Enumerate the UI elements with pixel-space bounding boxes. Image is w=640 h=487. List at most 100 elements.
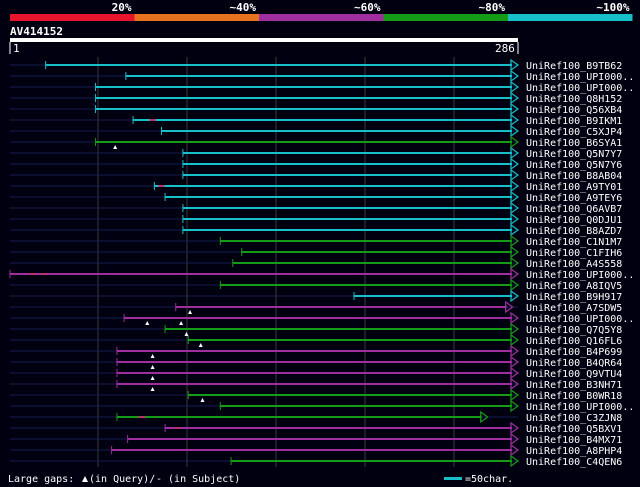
hit-name[interactable]: UniRef100_Q5BXV1 — [526, 424, 622, 435]
scale-label-4: ~80% — [479, 1, 506, 14]
hit-row[interactable]: UniRef100_A7SDW5 — [10, 300, 622, 314]
scale-segment-2 — [134, 14, 259, 21]
hit-name[interactable]: UniRef100_A4S558 — [526, 259, 622, 270]
hit-row[interactable]: UniRef100_A8PHP4 — [10, 443, 622, 457]
query-gap-marker-icon — [184, 332, 189, 336]
hit-row[interactable]: UniRef100_B8AZD7 — [10, 223, 622, 237]
scale-label-1: 20% — [112, 1, 132, 14]
query-id: AV414152 — [10, 25, 63, 38]
hit-name[interactable]: UniRef100_C3ZJN8 — [526, 413, 622, 424]
hit-name[interactable]: UniRef100_Q56XB4 — [526, 105, 622, 116]
hit-name[interactable]: UniRef100_UPI000.. — [526, 270, 634, 281]
hit-row[interactable]: UniRef100_B9TB62 — [10, 58, 622, 72]
hit-name[interactable]: UniRef100_Q5N7Y7 — [526, 149, 622, 160]
hit-row[interactable]: UniRef100_C1N1M7 — [10, 234, 622, 248]
hit-row[interactable]: UniRef100_Q16FL6 — [10, 333, 622, 347]
hit-row[interactable]: UniRef100_Q5BXV1 — [10, 421, 622, 435]
hit-name[interactable]: UniRef100_B8AB04 — [526, 171, 622, 182]
hit-name[interactable]: UniRef100_A7SDW5 — [526, 303, 622, 314]
legend-gaps-label: Large gaps: — [8, 474, 74, 485]
legend-subject-label: - (in Subject) — [156, 474, 240, 485]
hit-name[interactable]: UniRef100_Q7Q5Y8 — [526, 325, 622, 336]
hit-row[interactable]: UniRef100_C3ZJN8 — [10, 410, 622, 424]
hit-row[interactable]: UniRef100_B4MX71 — [10, 432, 622, 446]
query-gap-marker-icon — [150, 387, 155, 391]
hit-row[interactable]: UniRef100_UPI000.. — [9, 267, 634, 281]
hit-name[interactable]: UniRef100_UPI000.. — [526, 314, 634, 325]
query-gap-marker-icon — [188, 310, 193, 314]
hit-row[interactable]: UniRef100_Q56XB4 — [10, 102, 622, 116]
hit-name[interactable]: UniRef100_B4QR64 — [526, 358, 622, 369]
hit-row[interactable]: UniRef100_A9TEY6 — [10, 190, 622, 204]
hit-name[interactable]: UniRef100_Q9VTU4 — [526, 369, 622, 380]
hit-name[interactable]: UniRef100_UPI000.. — [526, 402, 634, 413]
hit-row[interactable]: UniRef100_B4P699 — [10, 344, 622, 358]
hit-row[interactable]: UniRef100_UPI000.. — [10, 399, 634, 413]
query-gap-icon — [82, 476, 88, 482]
hit-name[interactable]: UniRef100_C5XJP4 — [526, 127, 622, 138]
query-gap-marker-icon — [150, 365, 155, 369]
scale-segment-4 — [383, 14, 508, 21]
hit-name[interactable]: UniRef100_B4MX71 — [526, 435, 622, 446]
hit-row[interactable]: UniRef100_B3NH71 — [10, 377, 622, 391]
query-end-label: 286 — [495, 42, 515, 55]
hit-name[interactable]: UniRef100_A8IQV5 — [526, 281, 622, 292]
scale-label-2: ~40% — [230, 1, 257, 14]
hit-name[interactable]: UniRef100_B9IKM1 — [526, 116, 622, 127]
scale-label-5: ~100% — [596, 1, 629, 14]
hit-name[interactable]: UniRef100_C1N1M7 — [526, 237, 622, 248]
hit-name[interactable]: UniRef100_Q5N7Y6 — [526, 160, 622, 171]
scale-swatch — [444, 477, 462, 480]
hit-row[interactable]: UniRef100_C5XJP4 — [10, 124, 622, 138]
hit-row[interactable]: UniRef100_A8IQV5 — [10, 278, 622, 292]
hit-row[interactable]: UniRef100_Q0DJU1 — [10, 212, 622, 226]
hit-row[interactable]: UniRef100_Q6AVB7 — [10, 201, 622, 215]
hit-name[interactable]: UniRef100_Q0DJU1 — [526, 215, 622, 226]
hit-row[interactable]: UniRef100_Q5N7Y7 — [10, 146, 622, 160]
hit-name[interactable]: UniRef100_B3NH71 — [526, 380, 622, 391]
hit-row[interactable]: UniRef100_B9IKM1 — [10, 113, 622, 127]
hit-name[interactable]: UniRef100_UPI000.. — [526, 83, 634, 94]
scale-segment-1 — [10, 14, 135, 21]
hit-row[interactable]: UniRef100_C1FIH6 — [10, 245, 622, 259]
hit-name[interactable]: UniRef100_A9TEY6 — [526, 193, 622, 204]
query-gap-marker-icon — [150, 376, 155, 380]
hit-name[interactable]: UniRef100_A9TY01 — [526, 182, 622, 193]
query-bar — [10, 38, 518, 42]
hit-row[interactable]: UniRef100_UPI000.. — [10, 311, 634, 325]
hit-name[interactable]: UniRef100_C4QEN6 — [526, 457, 622, 468]
hit-name[interactable]: UniRef100_Q6AVB7 — [526, 204, 622, 215]
hit-row[interactable]: UniRef100_Q8H152 — [10, 91, 622, 105]
hit-name[interactable]: UniRef100_B9H917 — [526, 292, 622, 303]
hit-name[interactable]: UniRef100_B8AZD7 — [526, 226, 622, 237]
hit-name[interactable]: UniRef100_B9TB62 — [526, 61, 622, 72]
hit-row[interactable]: UniRef100_B8AB04 — [10, 168, 622, 182]
hit-row[interactable]: UniRef100_B6SYA1 — [10, 135, 622, 149]
hit-name[interactable]: UniRef100_UPI000.. — [526, 72, 634, 83]
legend-scale-label: =50char. — [465, 474, 513, 485]
hit-row[interactable]: UniRef100_Q7Q5Y8 — [10, 322, 622, 336]
identity-color-scale: 20% ~40% ~60% ~80% ~100% — [10, 1, 633, 21]
hit-name[interactable]: UniRef100_B0WR18 — [526, 391, 622, 402]
hit-row[interactable]: UniRef100_C4QEN6 — [10, 454, 622, 468]
query-gap-marker-icon — [198, 343, 203, 347]
hit-name[interactable]: UniRef100_Q8H152 — [526, 94, 622, 105]
hit-name[interactable]: UniRef100_A8PHP4 — [526, 446, 622, 457]
hit-row[interactable]: UniRef100_B9H917 — [10, 289, 622, 303]
hit-row[interactable]: UniRef100_A9TY01 — [10, 179, 622, 193]
hit-name[interactable]: UniRef100_B4P699 — [526, 347, 622, 358]
hit-row[interactable]: UniRef100_Q9VTU4 — [10, 366, 622, 380]
hit-name[interactable]: UniRef100_Q16FL6 — [526, 336, 622, 347]
hit-row[interactable]: UniRef100_A4S558 — [10, 256, 622, 270]
hit-name[interactable]: UniRef100_B6SYA1 — [526, 138, 622, 149]
hit-row[interactable]: UniRef100_UPI000.. — [10, 69, 634, 83]
legend-query-label: (in Query)/ — [89, 474, 155, 485]
query-gap-marker-icon — [113, 145, 118, 149]
hit-row[interactable]: UniRef100_Q5N7Y6 — [10, 157, 622, 171]
hit-row[interactable]: UniRef100_B0WR18 — [10, 388, 622, 402]
hit-row[interactable]: UniRef100_B4QR64 — [10, 355, 622, 369]
blast-alignment-graphic: 20% ~40% ~60% ~80% ~100% AV414152 1 286 UniR… — [8, 1, 634, 485]
scale-label-3: ~60% — [354, 1, 381, 14]
hit-name[interactable]: UniRef100_C1FIH6 — [526, 248, 622, 259]
hit-row[interactable]: UniRef100_UPI000.. — [10, 80, 634, 94]
